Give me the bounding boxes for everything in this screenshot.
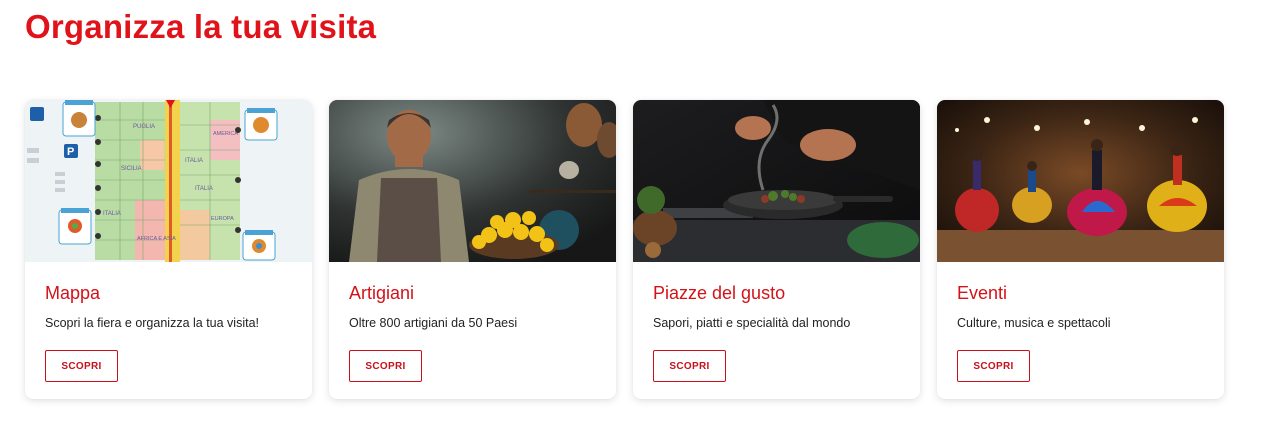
card-description: Culture, musica e spettacoli	[957, 316, 1111, 330]
card-mappa[interactable]: P PUGLIA SICILIA ITALIA ITALIA ITALIA AF…	[25, 100, 312, 399]
card-artigiani[interactable]: Artigiani Oltre 800 artigiani da 50 Paes…	[329, 100, 616, 399]
card-eventi[interactable]: Eventi Culture, musica e spettacoli SCOP…	[937, 100, 1224, 399]
card-title[interactable]: Mappa	[45, 283, 292, 305]
artisan-illustration	[329, 100, 616, 262]
svg-text:SICILIA: SICILIA	[121, 166, 142, 172]
chef-photo[interactable]	[633, 100, 920, 262]
dancers-photo[interactable]	[937, 100, 1224, 262]
artisan-photo[interactable]	[329, 100, 616, 262]
svg-text:P: P	[67, 146, 74, 158]
svg-text:ITALIA: ITALIA	[103, 211, 121, 217]
card-title[interactable]: Eventi	[957, 283, 1204, 305]
cards-row: P PUGLIA SICILIA ITALIA ITALIA ITALIA AF…	[25, 100, 1224, 399]
svg-text:AMERICA: AMERICA	[213, 131, 238, 137]
svg-text:AFRICA E ASIA: AFRICA E ASIA	[137, 236, 176, 242]
card-title[interactable]: Piazze del gusto	[653, 283, 900, 305]
map-image[interactable]: P PUGLIA SICILIA ITALIA ITALIA ITALIA AF…	[25, 100, 312, 262]
card-piazze-del-gusto[interactable]: Piazze del gusto Sapori, piatti e specia…	[633, 100, 920, 399]
card-description: Scopri la fiera e organizza la tua visit…	[45, 316, 259, 330]
svg-text:PUGLIA: PUGLIA	[133, 124, 155, 130]
card-description: Sapori, piatti e specialità dal mondo	[653, 316, 851, 330]
svg-text:ITALIA: ITALIA	[185, 158, 203, 164]
fair-map-illustration: P PUGLIA SICILIA ITALIA ITALIA ITALIA AF…	[25, 100, 312, 262]
chef-cooking-illustration	[633, 100, 920, 262]
scopri-button[interactable]: SCOPRI	[349, 350, 422, 382]
card-title[interactable]: Artigiani	[349, 283, 596, 305]
dancers-illustration	[937, 100, 1224, 262]
svg-text:EUROPA: EUROPA	[211, 216, 234, 222]
svg-text:ITALIA: ITALIA	[195, 186, 213, 192]
scopri-button[interactable]: SCOPRI	[653, 350, 726, 382]
scopri-button[interactable]: SCOPRI	[45, 350, 118, 382]
card-description: Oltre 800 artigiani da 50 Paesi	[349, 316, 518, 330]
scopri-button[interactable]: SCOPRI	[957, 350, 1030, 382]
section-title: Organizza la tua visita	[25, 8, 377, 45]
